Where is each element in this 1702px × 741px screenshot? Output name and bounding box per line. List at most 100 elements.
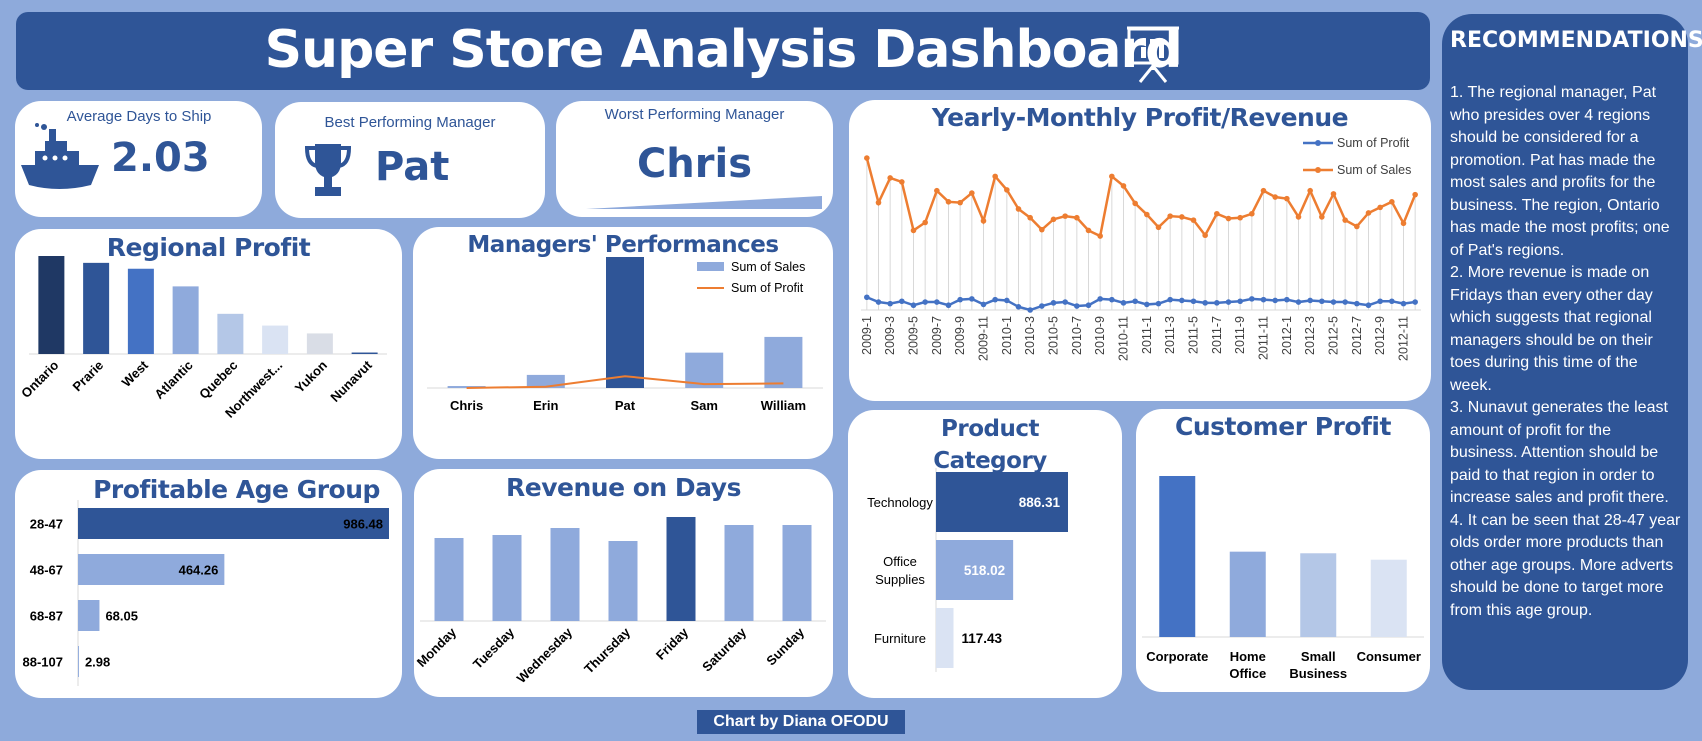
x-tick-label: 2011-1 <box>1140 316 1154 354</box>
data-point <box>934 187 940 194</box>
data-point <box>992 296 998 303</box>
data-point <box>1039 303 1045 309</box>
managers-performance-card: Managers' Performances Chris Erin Pat Sam Wi… <box>413 227 833 459</box>
data-point <box>1307 297 1313 304</box>
bar <box>127 268 154 354</box>
data-point <box>969 296 975 302</box>
x-tick-label: Small <box>1301 649 1336 664</box>
ship-icon <box>21 123 99 189</box>
x-tick-label: Friday <box>653 624 692 663</box>
data-point <box>1400 300 1407 307</box>
data-point <box>899 298 905 305</box>
bar <box>351 352 378 354</box>
yearly-monthly-card: Yearly-Monthly Profit/Revenue 2009-1 2009… <box>849 100 1431 401</box>
customer-profit-chart: Corporate Home Office Small Business Consumer <box>1142 476 1424 681</box>
bar <box>83 262 110 354</box>
age-group-card: Profitable Age Group 28-47 986.48 48-67 464… <box>15 470 402 698</box>
x-tick-label: 2012-11 <box>1397 316 1411 361</box>
bar <box>172 286 199 354</box>
data-label: 518.02 <box>964 563 1005 578</box>
data-point <box>957 296 963 303</box>
data-point <box>1190 298 1197 305</box>
x-tick-label: 2011-11 <box>1257 316 1271 360</box>
x-tick-label: 2012-3 <box>1303 316 1317 355</box>
bar <box>608 541 638 621</box>
recommendation-item: 1. The regional manager, Pat who preside… <box>1450 84 1670 259</box>
data-point <box>980 301 987 308</box>
data-point <box>1389 199 1395 205</box>
bar <box>492 535 522 621</box>
credit-footer: Chart by Diana OFODU <box>697 710 905 734</box>
x-tick-label: 2009-7 <box>930 316 944 355</box>
data-point <box>1330 191 1337 197</box>
data-point <box>1062 213 1068 219</box>
x-tick-label: West <box>119 357 152 390</box>
y-tick-label: Technology <box>867 495 933 510</box>
bar <box>1159 476 1196 637</box>
data-point <box>945 302 952 309</box>
x-tick-label: 2010-5 <box>1047 316 1061 355</box>
bar <box>217 313 244 354</box>
bar <box>764 336 803 388</box>
data-point <box>1389 298 1395 305</box>
data-point <box>1050 216 1057 223</box>
x-tick-label: 2010-11 <box>1117 316 1131 361</box>
recommendations-panel: RECOMMENDATIONS 1. The regional manager,… <box>1442 14 1702 690</box>
x-tick-label: Office <box>1229 666 1266 681</box>
revenue-days-card: Revenue on Days Monday Tuesday Wednesday Th… <box>414 469 833 697</box>
yearly-monthly-chart: 2009-1 2009-3 2009-5 2009-7 2009-9 2009-11 201… <box>860 136 1421 361</box>
data-point <box>1307 187 1313 194</box>
data-point <box>922 299 928 305</box>
data-point <box>1074 214 1080 221</box>
kpi-best-manager-card: Best Performing Manager Pat <box>275 102 545 218</box>
bar <box>1229 551 1266 637</box>
x-tick-label: 2011-5 <box>1187 316 1201 354</box>
legend-marker <box>1315 167 1321 173</box>
kpi-best-manager-value: Pat <box>375 144 450 190</box>
bar <box>724 525 754 621</box>
x-tick-label: Yukon <box>292 357 330 395</box>
data-point <box>1365 302 1372 309</box>
data-point <box>875 199 882 206</box>
x-tick-label: Sam <box>690 398 717 413</box>
data-point <box>1249 296 1255 302</box>
x-tick-label: 2009-9 <box>953 316 967 355</box>
recommendation-item: 4. It can be seen that 28-47 year olds o… <box>1450 511 1681 619</box>
kpi-best-manager-label: Best Performing Manager <box>324 114 496 131</box>
y-tick-label: 88-107 <box>23 655 63 670</box>
data-point <box>934 299 940 305</box>
decorative-wedge <box>586 196 822 209</box>
data-point <box>1097 233 1103 239</box>
x-tick-label: 2012-9 <box>1373 316 1387 355</box>
revenue-days-chart: Monday TuesdayWednesday Thursday Friday Satu… <box>414 517 826 686</box>
x-tick-label: Home <box>1230 649 1266 664</box>
y-tick-label: Furniture <box>874 631 926 646</box>
recommendations-title: RECOMMENDATIONS <box>1450 28 1702 53</box>
data-point <box>1132 200 1138 207</box>
legend-label: Sum of Profit <box>1337 136 1410 150</box>
data-point <box>1144 211 1150 218</box>
data-point <box>1260 187 1267 194</box>
data-point <box>1225 299 1232 305</box>
page-title: Super Store Analysis Dashboard <box>264 20 1183 80</box>
bar <box>434 538 464 621</box>
data-point <box>1354 223 1360 230</box>
data-label: 2.98 <box>85 655 110 670</box>
bar <box>782 525 812 621</box>
data-point <box>1155 224 1162 231</box>
x-tick-label: Wednesday <box>514 624 576 686</box>
kpi-worst-manager-card: Worst Performing Manager Chris <box>556 101 833 217</box>
data-point <box>1225 215 1232 222</box>
x-tick-label: Nunavut <box>327 357 375 405</box>
data-point <box>1354 300 1360 307</box>
data-point <box>1027 307 1033 313</box>
data-point <box>1237 298 1243 305</box>
data-point <box>1377 204 1383 211</box>
trophy-icon <box>305 144 351 196</box>
data-point <box>1050 300 1057 306</box>
x-tick-label: 2012-7 <box>1350 316 1364 355</box>
legend-label: Sum of Sales <box>1337 163 1411 177</box>
data-point <box>945 199 952 205</box>
data-point <box>1004 297 1010 304</box>
x-tick-label: Saturday <box>699 624 749 674</box>
